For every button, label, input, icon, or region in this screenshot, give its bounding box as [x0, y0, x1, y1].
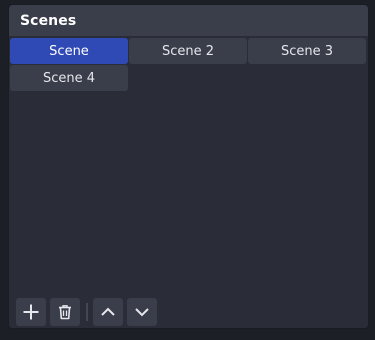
move-scene-up-button[interactable]	[93, 298, 123, 326]
chevron-down-icon	[135, 308, 149, 317]
chevron-up-icon	[101, 307, 115, 316]
scene-button-scene-2[interactable]: Scene 2	[129, 38, 247, 64]
add-scene-button[interactable]	[16, 298, 46, 326]
dock-header: Scenes	[9, 5, 368, 36]
scene-button-scene-3[interactable]: Scene 3	[248, 38, 366, 64]
scene-button-scene[interactable]: Scene	[10, 38, 128, 64]
plus-icon	[23, 304, 39, 320]
move-scene-down-button[interactable]	[127, 298, 157, 326]
scenes-dock: Scenes Scene Scene 2 Scene 3 Scene 4	[8, 4, 369, 329]
dock-title: Scenes	[20, 12, 77, 29]
scene-grid: Scene Scene 2 Scene 3 Scene 4	[10, 38, 367, 91]
toolbar-separator	[86, 303, 88, 321]
trash-icon	[59, 305, 71, 320]
scenes-toolbar	[16, 297, 161, 327]
scene-button-scene-4[interactable]: Scene 4	[10, 65, 128, 91]
remove-scene-button[interactable]	[50, 298, 80, 326]
